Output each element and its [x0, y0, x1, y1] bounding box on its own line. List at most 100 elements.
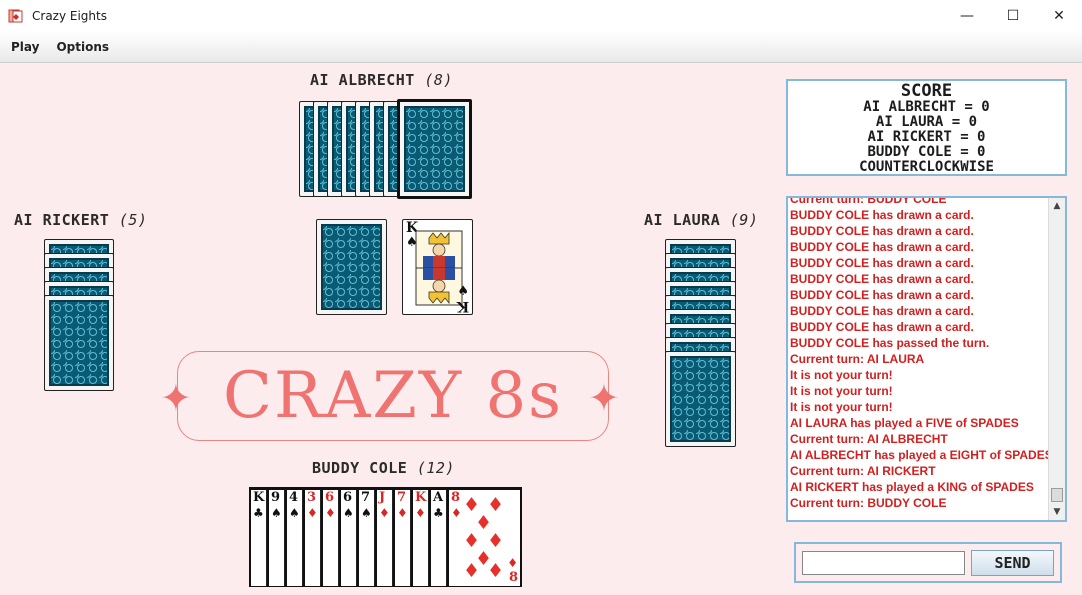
- log-line: BUDDY COLE has drawn a card.: [790, 224, 974, 238]
- direction-indicator: COUNTERCLOCKWISE: [859, 159, 994, 175]
- menu-options[interactable]: Options: [56, 40, 109, 54]
- diamond-icon: ♦: [379, 506, 390, 520]
- close-button[interactable]: ✕: [1036, 0, 1082, 31]
- score-line: AI LAURA = 0: [875, 114, 978, 130]
- log-lines: Current turn: BUDDY COLE BUDDY COLE has d…: [790, 196, 1053, 511]
- log-line: It is not your turn!: [790, 400, 893, 414]
- diamond-icon: ♦: [487, 560, 505, 582]
- card-back: [44, 295, 114, 391]
- log-line: BUDDY COLE has drawn a card.: [790, 288, 974, 302]
- logo-text: CRAZY 8s: [223, 359, 563, 433]
- log-line: BUDDY COLE has drawn a card.: [790, 272, 974, 286]
- maximize-button[interactable]: ☐: [990, 0, 1036, 31]
- card-rank: K: [456, 298, 469, 314]
- minimize-button[interactable]: —: [944, 0, 990, 31]
- log-line: BUDDY COLE has passed the turn.: [790, 336, 990, 350]
- log-line: BUDDY COLE has drawn a card.: [790, 320, 974, 334]
- scroll-down-icon[interactable]: ▼: [1049, 504, 1065, 520]
- crazy-eights-logo: ✦ ✦ CRAZY 8s: [160, 345, 630, 445]
- log-line: BUDDY COLE has drawn a card.: [790, 240, 974, 254]
- log-line: BUDDY COLE has drawn a card.: [790, 208, 974, 222]
- card-rank: A: [433, 490, 444, 505]
- log-scrollbar[interactable]: ▲ ▼: [1048, 198, 1065, 520]
- window-title: Crazy Eights: [32, 8, 107, 23]
- card-count: (9): [729, 211, 759, 229]
- card-rank: 3: [307, 490, 317, 505]
- hand-card[interactable]: 3 ♦: [305, 490, 321, 586]
- menu-play[interactable]: Play: [11, 40, 39, 54]
- menu-bar: Play Options: [0, 31, 1082, 63]
- card-rank: 7: [361, 490, 371, 505]
- diamond-icon: ♦: [325, 506, 336, 520]
- card-rank: 9: [271, 490, 281, 505]
- draw-pile[interactable]: [316, 219, 387, 315]
- card-rank: K: [415, 490, 427, 505]
- player-label-right: AI LAURA (9): [644, 211, 758, 229]
- log-line: BUDDY COLE has drawn a card.: [790, 304, 974, 318]
- card-back: [665, 351, 736, 447]
- club-icon: ♣: [253, 506, 264, 520]
- log-line: AI RICKERT has played a KING of SPADES: [790, 480, 1034, 494]
- player-label-bottom: BUDDY COLE (12): [312, 459, 455, 477]
- card-count: (12): [416, 459, 455, 477]
- card-rank: J: [379, 490, 386, 505]
- diamond-icon: ♦: [451, 506, 462, 520]
- log-line: Current turn: BUDDY COLE: [790, 496, 947, 510]
- log-line: It is not your turn!: [790, 384, 893, 398]
- log-line: Current turn: BUDDY COLE: [790, 196, 947, 206]
- player-name: AI LAURA: [644, 211, 721, 229]
- hand-card[interactable]: 8 ♦ ♦ ♦ ♦ ♦ ♦ ♦ ♦ ♦ ♦ 8: [449, 490, 520, 586]
- hand-card[interactable]: K ♣: [251, 490, 267, 586]
- log-line: BUDDY COLE has drawn a card.: [790, 256, 974, 270]
- club-icon: ♣: [433, 506, 444, 520]
- chat-panel: SEND: [794, 542, 1062, 583]
- maximize-icon: ☐: [1006, 7, 1020, 24]
- close-icon: ✕: [1053, 7, 1065, 24]
- score-panel: SCORE AI ALBRECHT = 0 AI LAURA = 0 AI RI…: [786, 79, 1067, 176]
- hand-card[interactable]: 7 ♦: [395, 490, 411, 586]
- chat-input[interactable]: [802, 551, 965, 575]
- hand-card[interactable]: 7 ♠: [359, 490, 375, 586]
- card-back: [397, 99, 472, 199]
- send-button[interactable]: SEND: [971, 550, 1054, 576]
- hand-card[interactable]: 4 ♠: [287, 490, 303, 586]
- diamond-icon: ♦: [307, 506, 318, 520]
- player-name: BUDDY COLE: [312, 459, 408, 477]
- log-line: AI ALBRECHT has played a EIGHT of SPADES: [790, 448, 1053, 462]
- hand-card[interactable]: 6 ♦: [323, 490, 339, 586]
- king-figure-icon: [415, 230, 463, 306]
- score-title: SCORE: [900, 81, 953, 101]
- hand-card[interactable]: 6 ♠: [341, 490, 357, 586]
- hand-card[interactable]: J ♦: [377, 490, 393, 586]
- game-log[interactable]: Current turn: BUDDY COLE BUDDY COLE has d…: [786, 196, 1067, 522]
- card-count: (8): [424, 71, 453, 89]
- card-rank: 7: [397, 490, 407, 505]
- diamond-icon: ♦: [507, 556, 518, 570]
- log-line: AI LAURA has played a FIVE of SPADES: [790, 416, 1019, 430]
- spade-icon: ♠: [361, 506, 372, 520]
- spade-icon: ♠: [289, 506, 300, 520]
- diamond-icon: ♦: [463, 560, 481, 582]
- score-line: AI ALBRECHT = 0: [863, 99, 990, 115]
- hand-card[interactable]: K ♦: [413, 490, 429, 586]
- spade-icon: ♠: [271, 506, 282, 520]
- hand-card[interactable]: A ♣: [431, 490, 447, 586]
- score-line: BUDDY COLE = 0: [867, 144, 986, 160]
- score-line: AI RICKERT = 0: [867, 129, 986, 145]
- log-line: Current turn: AI RICKERT: [790, 464, 936, 478]
- spade-icon: ♠: [457, 284, 469, 299]
- card-rank: 6: [343, 490, 353, 505]
- card-rank: 6: [325, 490, 335, 505]
- card-count: (5): [118, 211, 148, 229]
- player-name: AI RICKERT: [14, 211, 110, 229]
- player-label-top: AI ALBRECHT (8): [310, 71, 453, 89]
- scroll-thumb[interactable]: [1051, 488, 1063, 502]
- log-line: It is not your turn!: [790, 368, 893, 382]
- app-icon: [8, 8, 24, 24]
- player-label-left: AI RICKERT (5): [14, 211, 147, 229]
- hand-card[interactable]: 9 ♠: [269, 490, 285, 586]
- title-bar: Crazy Eights — ☐ ✕: [0, 0, 1082, 31]
- diamond-icon: ♦: [397, 506, 408, 520]
- player-hand: K ♣ 9 ♠ 4 ♠ 3 ♦ 6 ♦ 6 ♠ 7 ♠ J ♦ 7 ♦ K ♦ …: [249, 487, 522, 587]
- scroll-up-icon[interactable]: ▲: [1049, 198, 1065, 214]
